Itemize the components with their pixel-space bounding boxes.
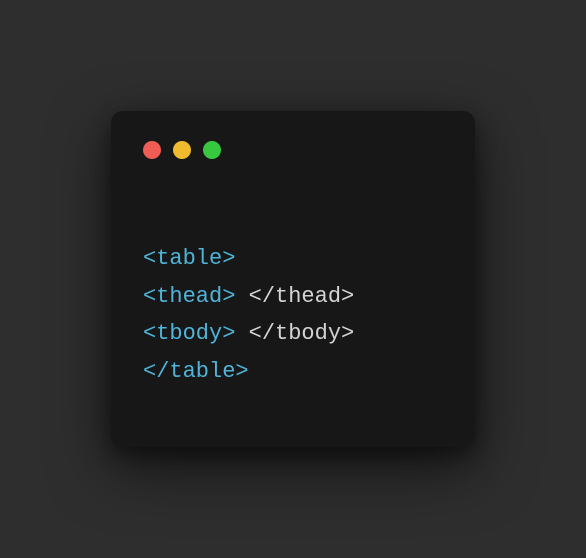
tag-open-table: <table> [143, 246, 235, 271]
tag-close-table: </table> [143, 359, 249, 384]
sep [235, 321, 248, 346]
code-line-3: <tbody> </tbody> [143, 321, 354, 346]
tag-close-tbody: </tbody> [249, 321, 355, 346]
minimize-icon[interactable] [173, 141, 191, 159]
sep [235, 284, 248, 309]
code-line-4: </table> [143, 359, 249, 384]
code-line-2: <thead> </thead> [143, 284, 354, 309]
window-traffic-lights [143, 141, 443, 159]
code-block: <table> <thead> </thead> <tbody> </tbody… [143, 203, 443, 390]
tag-open-thead: <thead> [143, 284, 235, 309]
maximize-icon[interactable] [203, 141, 221, 159]
tag-close-thead: </thead> [249, 284, 355, 309]
close-icon[interactable] [143, 141, 161, 159]
code-line-1: <table> [143, 246, 235, 271]
code-window: <table> <thead> </thead> <tbody> </tbody… [111, 111, 475, 447]
tag-open-tbody: <tbody> [143, 321, 235, 346]
